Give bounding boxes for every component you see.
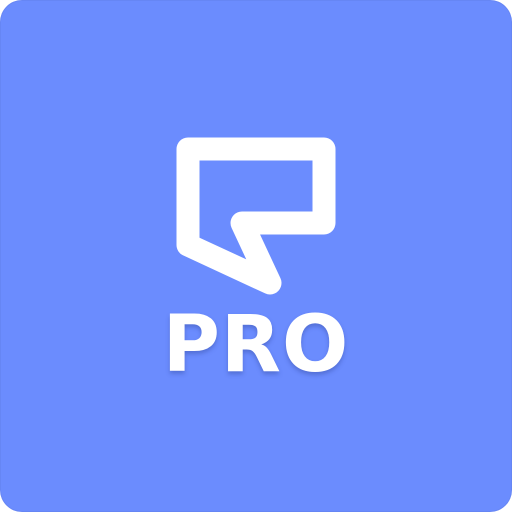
pro-label: PRO (162, 300, 350, 390)
app-icon: PRO (0, 0, 512, 512)
speech-bubble-shape (176, 137, 336, 295)
speech-bubble-icon (176, 133, 336, 299)
